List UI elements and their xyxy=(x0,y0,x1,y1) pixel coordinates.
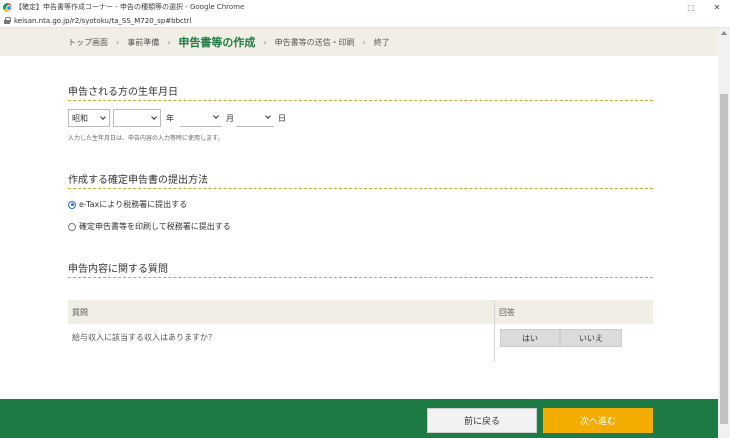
header-question: 質問 xyxy=(72,308,88,317)
chevron-down-icon xyxy=(100,114,106,120)
chevron-down-icon xyxy=(265,113,271,119)
close-button[interactable]: ✕ xyxy=(704,0,730,14)
section-divider xyxy=(68,100,653,101)
month-select[interactable] xyxy=(180,109,222,127)
year-unit-label: 年 xyxy=(166,114,174,123)
method-section-title: 作成する確定申告書の提出方法 xyxy=(68,175,208,186)
chevron-down-icon xyxy=(151,114,157,120)
page-scrollbar[interactable] xyxy=(718,28,730,438)
method-option-etax[interactable]: e-Taxにより税務署に提出する xyxy=(68,199,187,210)
chevron-down-icon xyxy=(213,113,219,119)
breadcrumb-separator-icon: › xyxy=(116,37,120,47)
questions-section-title: 申告内容に関する質問 xyxy=(68,264,168,275)
back-button[interactable]: 前に戻る xyxy=(427,408,537,433)
method-option-print-label: 確定申告書等を印刷して税務署に提出する xyxy=(79,222,231,231)
birthdate-note: 入力した生年月日は、申告内容の入力等時に使用します。 xyxy=(68,135,224,142)
radio-unchecked-icon[interactable] xyxy=(68,222,76,231)
chrome-logo-icon xyxy=(3,2,12,12)
breadcrumb-item-top: トップ画面 xyxy=(68,37,108,47)
lock-icon xyxy=(4,17,11,24)
method-option-print[interactable]: 確定申告書等を印刷して税務署に提出する xyxy=(68,221,231,232)
maximize-button[interactable]: ⬚ xyxy=(678,0,704,14)
day-unit-label: 日 xyxy=(278,114,286,123)
breadcrumb-separator-icon: › xyxy=(167,37,171,47)
breadcrumb-separator-icon: › xyxy=(362,37,366,47)
question-table: 質問 回答 給与収入に該当する収入はありますか？ はい いいえ xyxy=(68,300,653,362)
day-select[interactable] xyxy=(236,109,274,127)
breadcrumb-separator-icon: › xyxy=(263,37,267,47)
section-divider xyxy=(68,277,653,278)
column-divider xyxy=(494,300,495,362)
radio-checked-icon[interactable] xyxy=(68,200,76,209)
address-bar[interactable]: keisan.nta.go.jp/r2/syotoku/ta_SS_M720_s… xyxy=(0,14,730,28)
era-select[interactable]: 昭和 xyxy=(68,109,110,127)
window-controls: ⬚ ✕ xyxy=(678,0,730,14)
month-unit-label: 月 xyxy=(226,114,234,123)
window-title: 【確定】申告書等作成コーナー - 申告の種類等の選択 - Google Chro… xyxy=(15,3,245,11)
footer-bar: 前に戻る 次へ進む xyxy=(0,399,718,438)
breadcrumb-item-prep: 事前準備 xyxy=(127,37,160,47)
header-answer: 回答 xyxy=(499,308,515,317)
question-table-header: 質問 回答 xyxy=(68,300,653,324)
breadcrumb: トップ画面 › 事前準備 › 申告書等の作成 › 申告書等の送信・印刷 › 終了 xyxy=(0,28,718,56)
answer-no-button[interactable]: いいえ xyxy=(560,329,622,347)
scrollbar-thumb[interactable] xyxy=(720,94,728,424)
url-text[interactable]: keisan.nta.go.jp/r2/syotoku/ta_SS_M720_s… xyxy=(14,17,191,25)
method-option-etax-label: e-Taxにより税務署に提出する xyxy=(79,200,188,209)
section-divider xyxy=(68,188,653,189)
question-salary-text: 給与収入に該当する収入はありますか？ xyxy=(72,333,216,342)
scroll-up-icon[interactable] xyxy=(721,31,727,35)
year-select[interactable] xyxy=(113,109,161,127)
breadcrumb-item-end: 終了 xyxy=(373,37,390,47)
answer-yes-button[interactable]: はい xyxy=(500,329,560,347)
breadcrumb-item-create: 申告書等の作成 xyxy=(178,36,256,49)
era-value: 昭和 xyxy=(72,113,88,123)
window-title-bar: 【確定】申告書等作成コーナー - 申告の種類等の選択 - Google Chro… xyxy=(0,0,730,14)
next-button[interactable]: 次へ進む xyxy=(543,408,653,433)
birthdate-section-title: 申告される方の生年月日 xyxy=(68,87,178,98)
breadcrumb-item-send: 申告書等の送信・印刷 xyxy=(274,37,355,47)
